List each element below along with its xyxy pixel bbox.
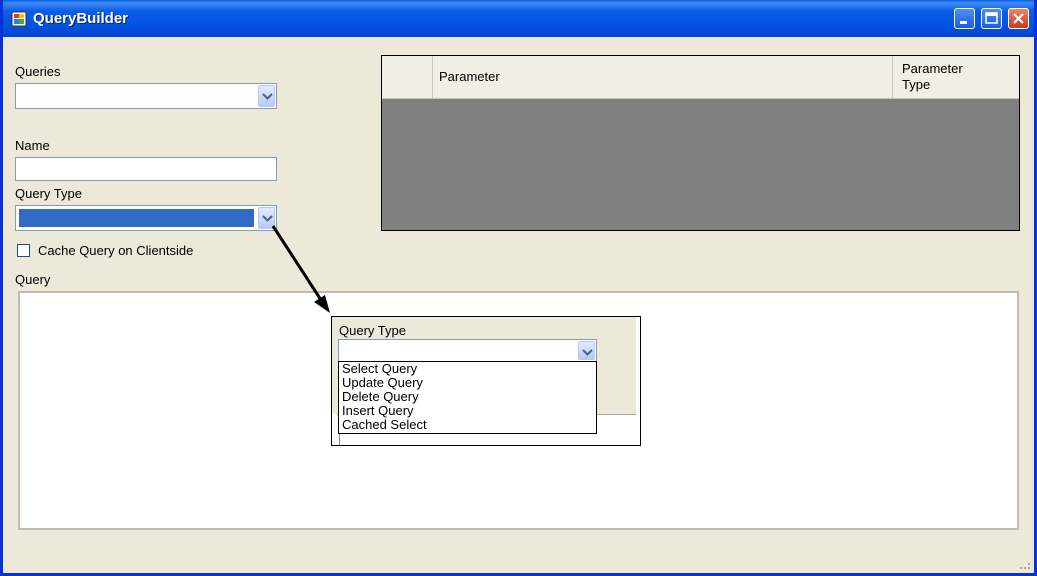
arrow-head-icon <box>314 295 330 313</box>
resize-grip-icon[interactable] <box>1020 559 1032 571</box>
querybuilder-window: QueryBuilder Queries Name Query Type Cac… <box>0 0 1037 576</box>
annotation-arrow <box>271 225 330 313</box>
